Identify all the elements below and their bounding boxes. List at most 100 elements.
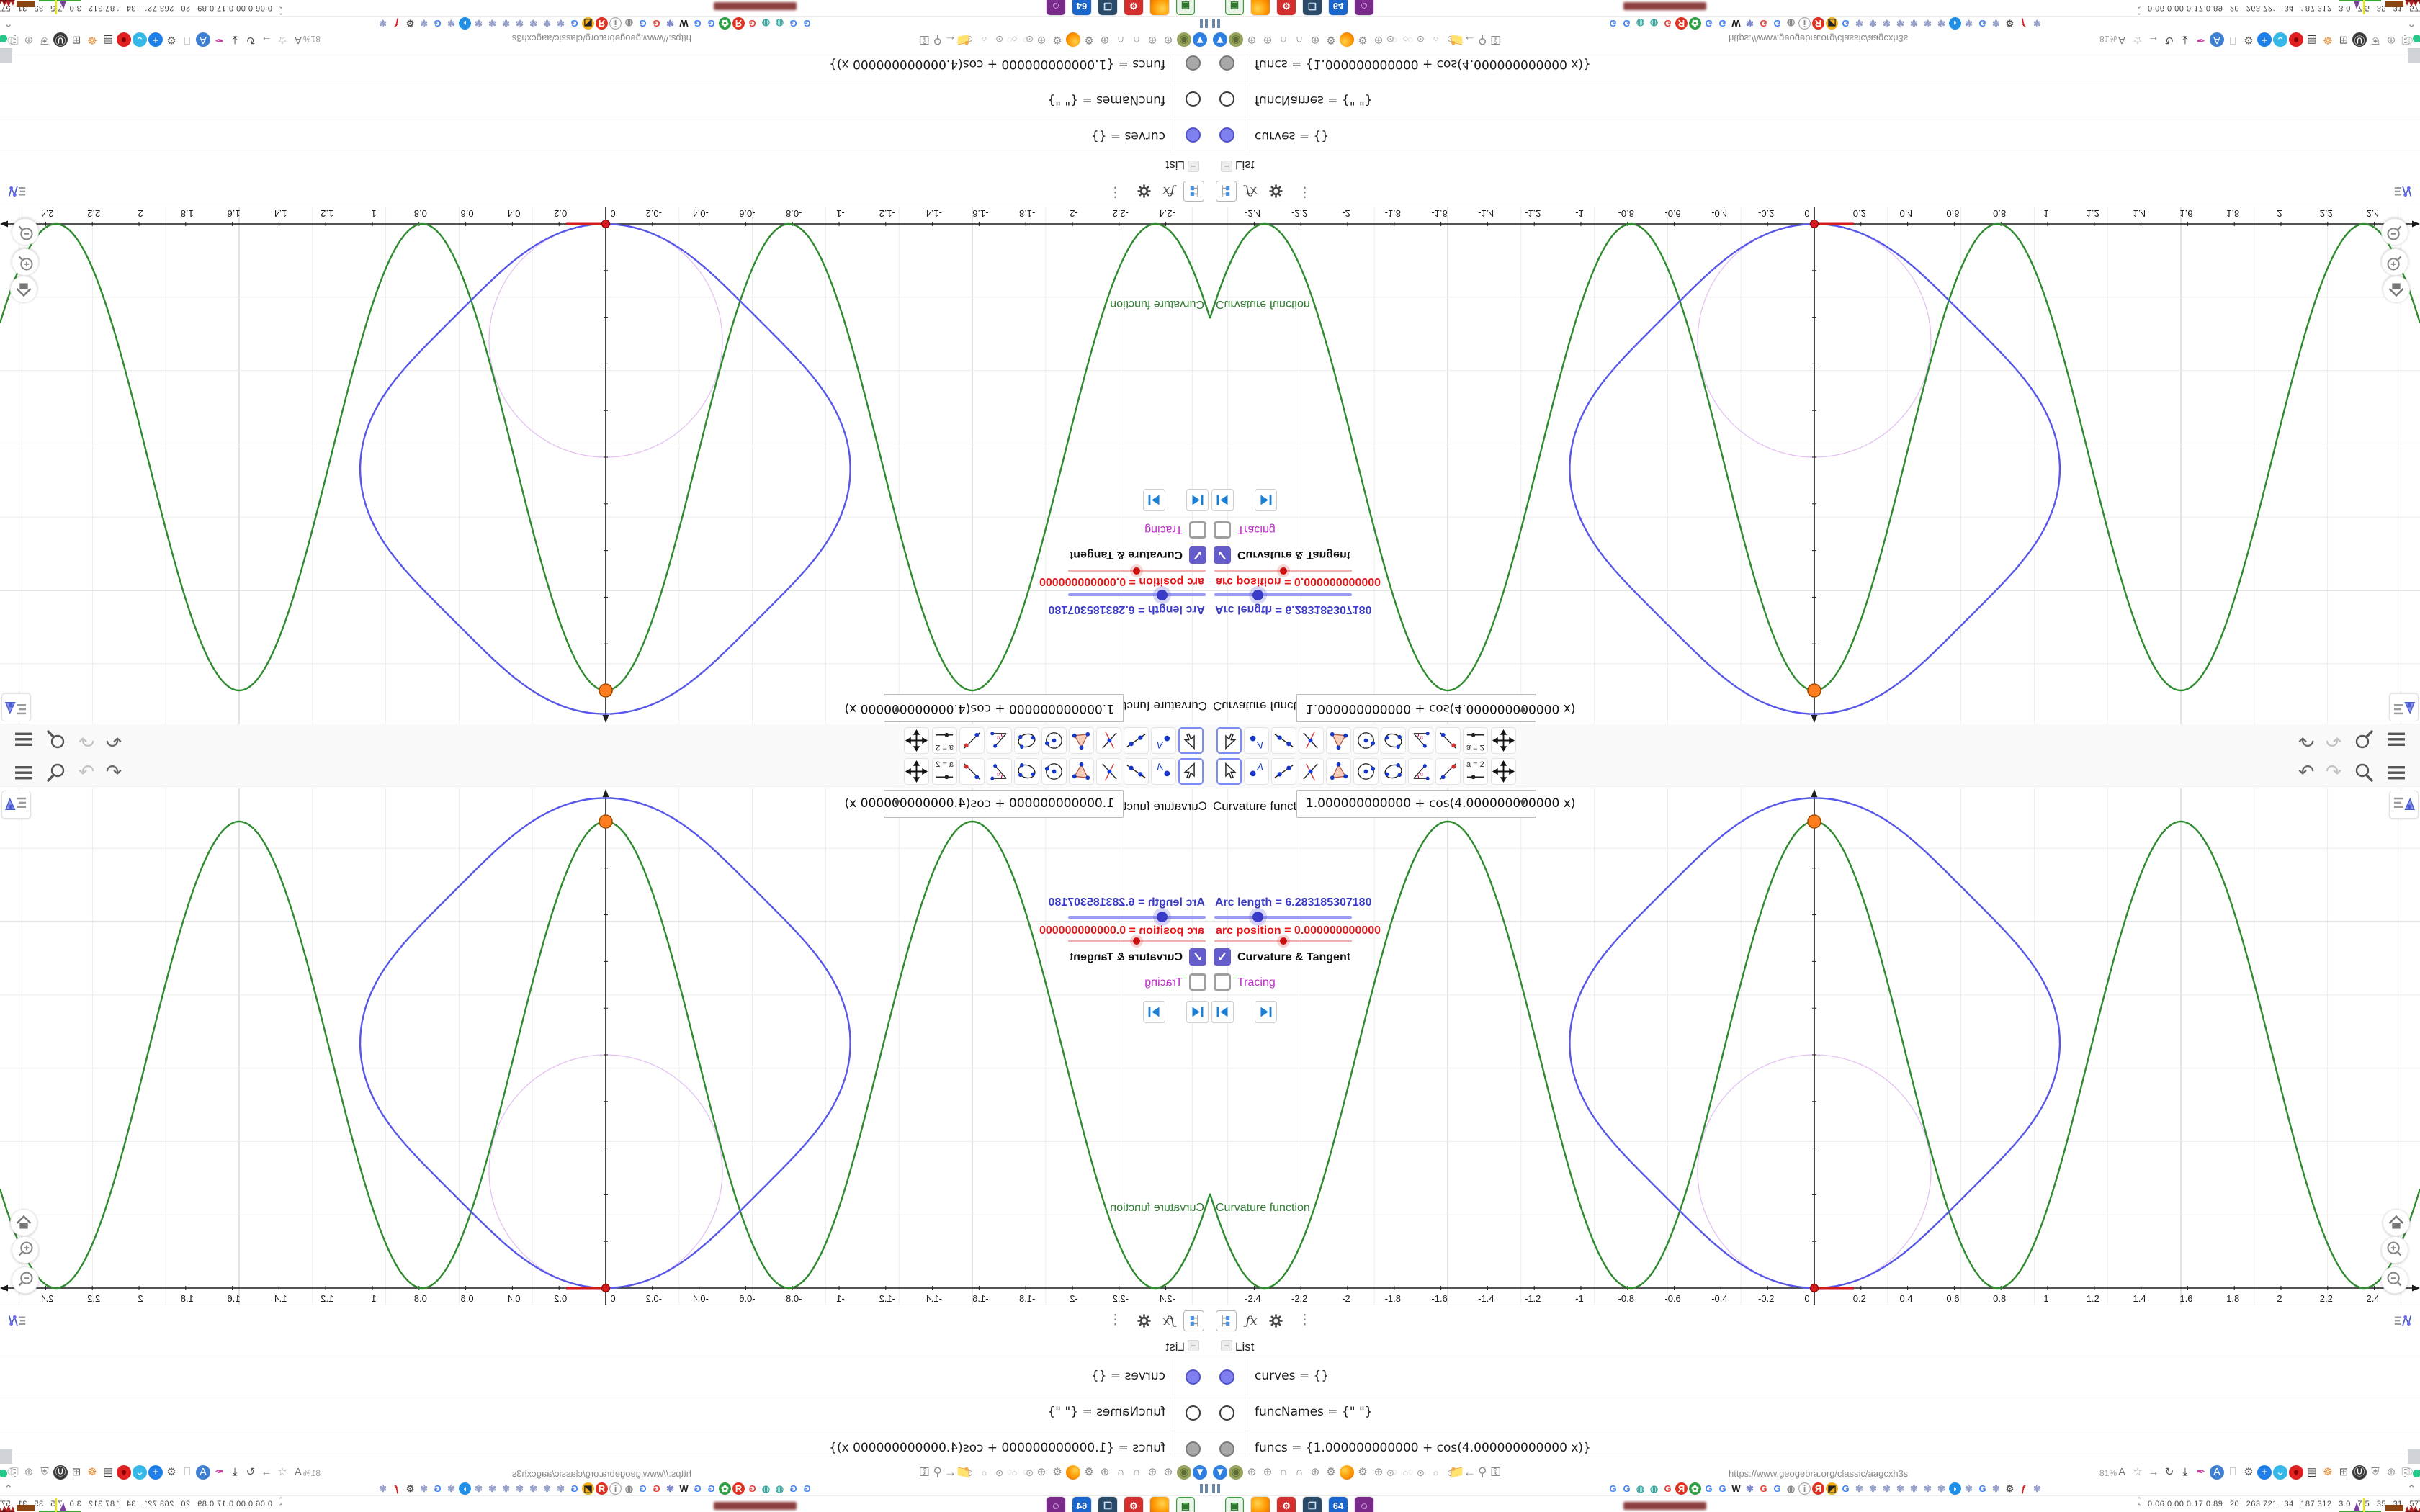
algebra-row-funcs[interactable]: funcs = {1.000000000000 + cos(4.00000000… [0, 55, 1210, 81]
step-forward-button[interactable] [1255, 489, 1277, 511]
function-selector-dropdown[interactable]: 1.000000000000 + cos(4.000000000000 x) ▼ [1296, 694, 1575, 722]
flower-favicon[interactable]: ✾ [1908, 17, 1920, 30]
swirl-favicon[interactable]: ◍ [1648, 17, 1660, 30]
flower-favicon[interactable]: ✾ [1867, 17, 1879, 30]
algebra-row-funcnames[interactable]: funcNames = {" "} [1210, 81, 2420, 117]
redo-button[interactable]: ↷ [74, 760, 99, 783]
highlighter-icon[interactable]: ✒ [212, 1465, 226, 1480]
vpn-shield-icon[interactable]: ⌄ [2273, 1465, 2287, 1480]
tool-line[interactable] [1124, 758, 1149, 785]
tool-move-graphics-view[interactable] [904, 727, 929, 754]
frame-icon[interactable]: ⊞ [69, 32, 84, 47]
flower-favicon[interactable]: ✾ [514, 17, 526, 30]
proxy-arc-icon[interactable]: ∩ [1113, 32, 1128, 47]
tool-polygon[interactable] [1069, 758, 1094, 785]
lock-icon[interactable]: ⚿ [1491, 32, 1500, 47]
curvature-tangent-checkbox[interactable]: ✓ [1189, 948, 1206, 966]
zoom-in-button[interactable] [2381, 1236, 2408, 1264]
algebra-panel-toggle-button[interactable] [2392, 181, 2413, 202]
trash-icon[interactable]: ▤ [101, 32, 115, 47]
folder-icon[interactable]: 📁 [956, 1465, 971, 1480]
trash-icon[interactable]: ▤ [2305, 1465, 2319, 1480]
firefox-tile[interactable] [1251, 1497, 1270, 1512]
swirl-favicon[interactable]: ◍ [760, 1482, 772, 1495]
app-drive-tile[interactable]: ▣ [1225, 0, 1244, 15]
zoom-in-button[interactable] [12, 248, 39, 276]
bookmarks-overflow-chevron[interactable]: ⌃ [2407, 17, 2416, 30]
app-drive-tile[interactable]: ▣ [1176, 1497, 1195, 1512]
add-icon[interactable]: + [148, 32, 163, 47]
gear-favicon[interactable]: ⚙ [404, 17, 416, 30]
f-favicon[interactable]: ƒ [390, 17, 403, 30]
graphics-view[interactable]: -2.4 -2.2 -2 -1.8 -1.6 -1.4 -1.2 -1 -0.8 -0.6 -0.4… [0, 788, 1210, 1305]
flower-favicon[interactable]: ✾ [486, 17, 498, 30]
monitor-tile[interactable]: ❐ [1098, 0, 1117, 15]
mouse-icon[interactable]: ⎕ [180, 32, 194, 47]
google-favicon[interactable]: G [787, 17, 799, 30]
globe-icon[interactable]: ⊕ [1245, 32, 1259, 47]
globe-puzzle-icon[interactable]: ☸ [85, 1465, 99, 1480]
globe-icon[interactable]: ⊕ [1245, 1465, 1259, 1480]
star-icon[interactable]: ☆ [2130, 32, 2145, 47]
vpn-shield-icon[interactable]: ⌄ [133, 1465, 147, 1480]
translate-icon[interactable]: A [2115, 1465, 2129, 1480]
visibility-marble-off[interactable] [1219, 91, 1234, 107]
algebra-row-funcnames[interactable]: funcNames = {" "} [1210, 1395, 2420, 1431]
globe-gray-icon[interactable]: ⊕ [2384, 1465, 2398, 1480]
graphics-stylebar-button[interactable] [1, 693, 31, 721]
algebra-row-curves[interactable]: curves = {} [0, 1359, 1210, 1395]
monitor-tile[interactable]: ❐ [1303, 1497, 1322, 1512]
map-pin-icon[interactable]: ▼ [1193, 1465, 1207, 1480]
home-button[interactable] [10, 1209, 37, 1236]
profile-circle-icon[interactable]: ◉ [1177, 1465, 1191, 1480]
reload-icon[interactable]: ↻ [243, 32, 258, 47]
google-favicon[interactable]: G [1703, 17, 1715, 30]
add-icon[interactable]: + [2257, 1465, 2272, 1480]
firefox-icon[interactable] [1066, 32, 1080, 47]
gear-favicon[interactable]: ⚙ [2004, 1482, 2016, 1495]
flower-favicon[interactable]: ✾ [377, 17, 389, 30]
visibility-marble-off[interactable] [1186, 91, 1201, 107]
google-favicon[interactable]: G [431, 1482, 444, 1495]
globe-puzzle-icon[interactable]: ☸ [2321, 32, 2335, 47]
visibility-marble-on[interactable] [1186, 1369, 1201, 1385]
browser-menu-icon[interactable]: ⋮ [2400, 1467, 2410, 1479]
forward-icon[interactable]: → [259, 32, 274, 47]
shield-icon[interactable]: ⛨ [37, 1465, 52, 1480]
vpn-shield-icon[interactable]: ⌄ [2273, 32, 2287, 47]
shield-icon[interactable]: ⛨ [2368, 1465, 2383, 1480]
algebra-row-funcnames[interactable]: funcNames = {" "} [0, 81, 1210, 117]
tool-slider[interactable]: a = 2 [932, 727, 957, 754]
bookmarks-overflow-chevron[interactable]: ⌃ [2407, 1482, 2416, 1495]
chat-favicon[interactable]: ◗ [459, 17, 471, 30]
google-favicon[interactable]: G [568, 17, 581, 30]
gear-icon[interactable]: ⚙ [164, 32, 179, 47]
google-favicon[interactable]: G [1662, 17, 1674, 30]
visibility-marble-aux[interactable] [1186, 55, 1201, 71]
algebra-tree-view-button[interactable] [1216, 181, 1237, 202]
function-selector-dropdown[interactable]: 1.000000000000 + cos(4.000000000000 x) ▼ [845, 694, 1124, 722]
globe-icon[interactable]: ⊕ [1308, 1465, 1322, 1480]
star-icon[interactable]: ☆ [275, 32, 290, 47]
algebra-tree-view-button[interactable] [1183, 181, 1204, 202]
google-favicon[interactable]: G [431, 17, 444, 30]
search-button[interactable] [2352, 760, 2376, 783]
google-favicon[interactable]: G [650, 1482, 663, 1495]
firefox-tile[interactable] [1251, 0, 1270, 15]
flower-favicon[interactable]: ✾ [1963, 17, 1975, 30]
tool-line[interactable] [1271, 727, 1296, 754]
settings-tile[interactable]: ⚙ [1277, 1497, 1296, 1512]
google-favicon[interactable]: G [705, 1482, 717, 1495]
address-url[interactable]: https://www.geogebra.org/classic/aagcxh3… [1729, 33, 1908, 44]
swirl-favicon[interactable]: ◍ [1634, 1482, 1646, 1495]
browser-menu-icon[interactable]: ⋮ [10, 1467, 20, 1479]
globe-icon[interactable]: ⊕ [1308, 32, 1322, 47]
google-favicon[interactable]: G [650, 17, 663, 30]
flower-favicon[interactable]: ✾ [377, 1482, 389, 1495]
badge-icon[interactable]: Ⓤ [2352, 32, 2367, 47]
star-icon[interactable]: ☆ [2130, 1465, 2145, 1480]
info-favicon[interactable]: i [609, 17, 622, 30]
purple-app-tile[interactable]: ☺ [1047, 0, 1065, 15]
flower-favicon[interactable]: ✾ [1908, 1482, 1920, 1495]
gear-icon[interactable]: ⚙ [2241, 1465, 2256, 1480]
